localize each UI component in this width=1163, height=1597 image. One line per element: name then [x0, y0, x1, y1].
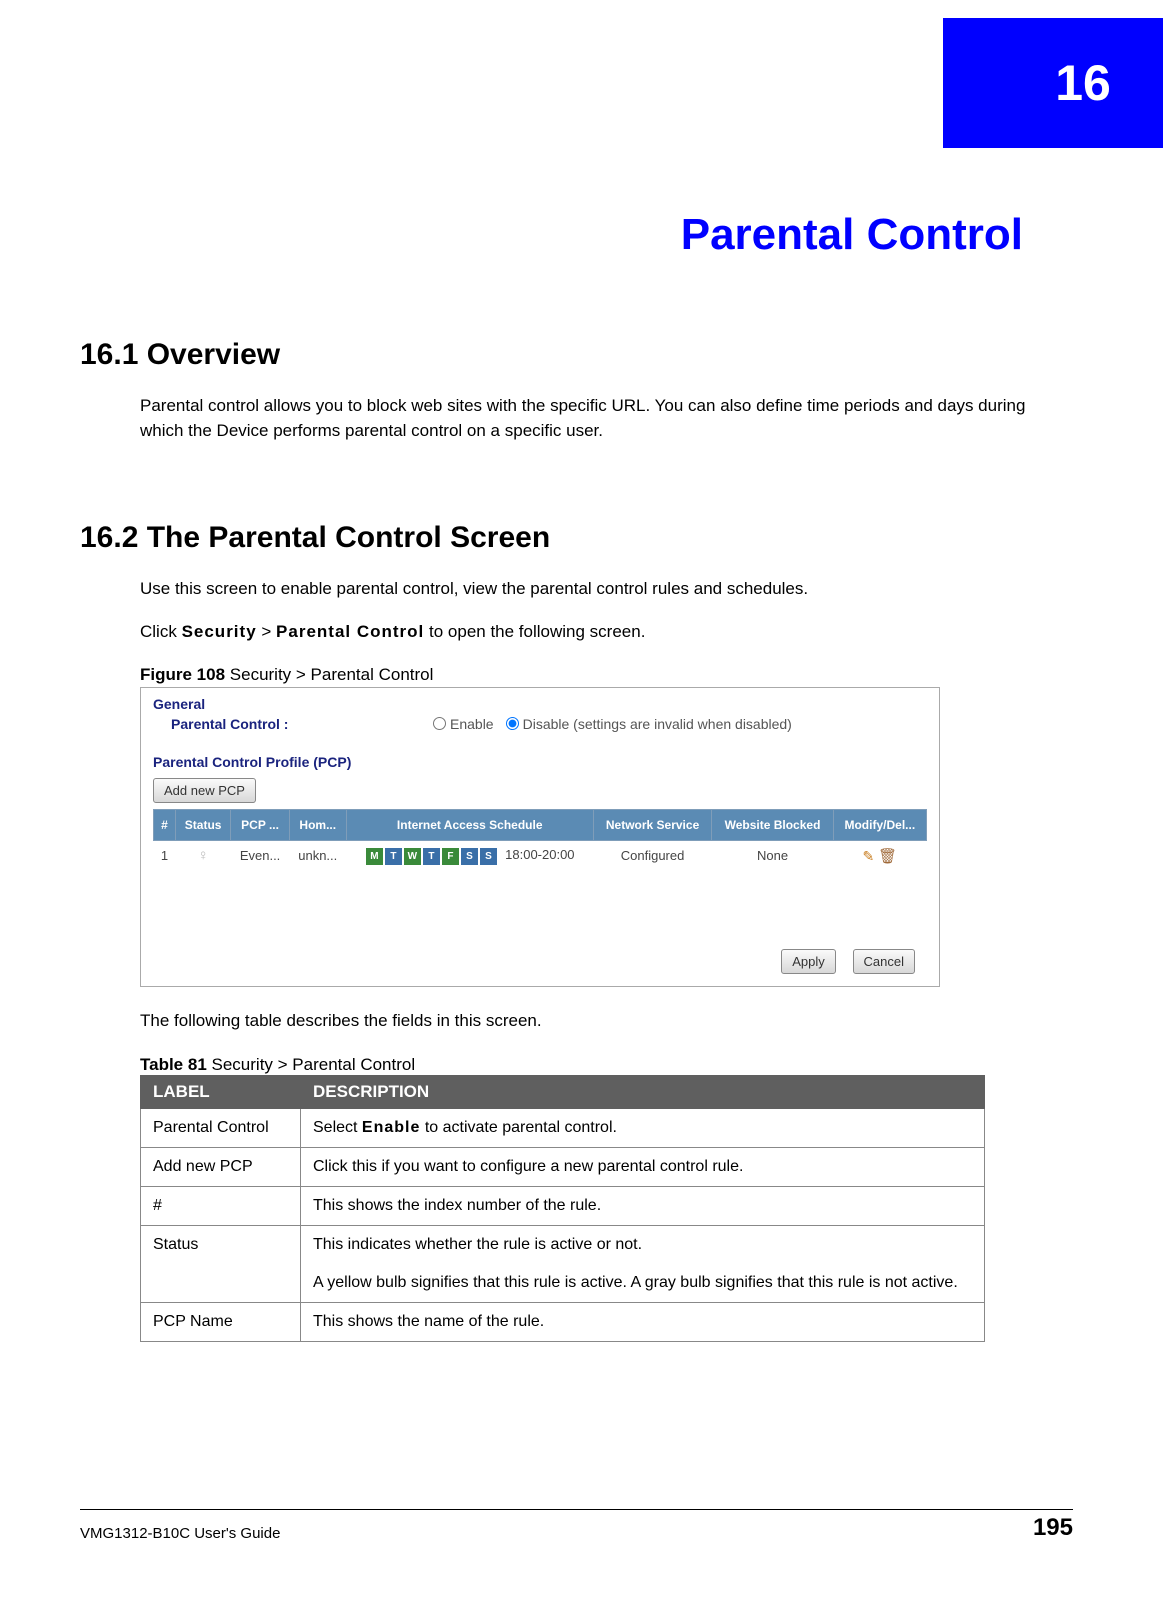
ss-cell-pcp: Even... — [231, 840, 289, 871]
day-tue: T — [385, 848, 402, 865]
table-number: Table 81 — [140, 1055, 207, 1074]
ss-apply-button[interactable]: Apply — [781, 949, 836, 974]
ss-enable-text: Enable — [450, 716, 494, 732]
ss-time-range: 18:00-20:00 — [505, 847, 574, 862]
figure-caption-text: Security > Parental Control — [225, 665, 433, 684]
ss-cell-web: None — [712, 840, 833, 871]
figure-number: Figure 108 — [140, 665, 225, 684]
row-desc: Click this if you want to configure a ne… — [301, 1148, 985, 1187]
screenshot-parental-control: General Parental Control : Enable Disabl… — [140, 687, 940, 987]
ss-radio-enable[interactable] — [433, 717, 446, 730]
day-mon: M — [366, 848, 383, 865]
ss-th-pcp: PCP ... — [231, 809, 289, 840]
description-table: LABEL DESCRIPTION Parental Control Selec… — [140, 1075, 985, 1342]
table-row: Add new PCP Click this if you want to co… — [141, 1148, 985, 1187]
ss-cell-modify: ✎🗑 — [833, 840, 926, 871]
day-wed: W — [404, 848, 421, 865]
section-heading-overview: 16.1 Overview — [80, 338, 1073, 372]
row-desc: This indicates whether the rule is activ… — [301, 1226, 985, 1303]
ss-th-netservice: Network Service — [593, 809, 712, 840]
table-row: # This shows the index number of the rul… — [141, 1187, 985, 1226]
nav-gt: > — [257, 622, 276, 641]
row-desc-suffix: to activate parental control. — [420, 1119, 617, 1136]
ss-table-row: 1 ♀ Even... unkn... MTWTFSS 18:00-20:00 … — [154, 840, 927, 871]
chapter-number: 16 — [1055, 54, 1111, 112]
row-desc: This shows the name of the rule. — [301, 1303, 985, 1342]
ss-th-status: Status — [175, 809, 230, 840]
chapter-title: Parental Control — [80, 210, 1023, 260]
row-label: # — [141, 1187, 301, 1226]
row-desc-line1: This indicates whether the rule is activ… — [313, 1236, 642, 1253]
row-label: Add new PCP — [141, 1148, 301, 1187]
nav-security: Security — [182, 622, 257, 641]
ss-add-new-pcp-button[interactable]: Add new PCP — [153, 778, 256, 803]
ss-cell-schedule: MTWTFSS 18:00-20:00 — [346, 840, 593, 871]
desc-table-header: LABEL DESCRIPTION — [141, 1076, 985, 1109]
ss-th-idx: # — [154, 809, 176, 840]
row-desc-line2: A yellow bulb signifies that this rule i… — [313, 1274, 958, 1291]
ss-radio-disable[interactable] — [506, 717, 519, 730]
ss-pcp-table: # Status PCP ... Hom... Internet Access … — [153, 809, 927, 871]
ss-cell-home: unkn... — [289, 840, 346, 871]
chapter-label: CHAPTER — [745, 60, 913, 91]
day-thu: T — [423, 848, 440, 865]
row-desc: Select Enable to activate parental contr… — [301, 1109, 985, 1148]
ss-th-modify: Modify/Del... — [833, 809, 926, 840]
pc-screen-paragraph-2: Click Security > Parental Control to ope… — [140, 620, 1073, 645]
pc-screen-paragraph-1: Use this screen to enable parental contr… — [140, 577, 1073, 602]
desc-th-desc: DESCRIPTION — [301, 1076, 985, 1109]
day-fri: F — [442, 848, 459, 865]
ss-pcp-heading: Parental Control Profile (PCP) — [141, 734, 939, 778]
click-prefix: Click — [140, 622, 182, 641]
chapter-number-box: 16 — [943, 18, 1163, 148]
ss-cancel-button[interactable]: Cancel — [853, 949, 915, 974]
footer-guide-title: VMG1312-B10C User's Guide — [80, 1525, 280, 1542]
ss-cell-status: ♀ — [175, 840, 230, 871]
row-label: PCP Name — [141, 1303, 301, 1342]
ss-disable-text: Disable (settings are invalid when disab… — [523, 716, 792, 732]
delete-icon[interactable]: 🗑 — [878, 848, 897, 865]
row-label: Status — [141, 1226, 301, 1303]
row-label: Parental Control — [141, 1109, 301, 1148]
row-desc-bold: Enable — [362, 1119, 420, 1136]
page-footer: VMG1312-B10C User's Guide 195 — [80, 1509, 1073, 1542]
figure-caption: Figure 108 Security > Parental Control — [140, 665, 1073, 685]
ss-cell-net: Configured — [593, 840, 712, 871]
nav-parental-control: Parental Control — [276, 622, 424, 641]
after-figure-text: The following table describes the fields… — [140, 1009, 1073, 1034]
bulb-icon: ♀ — [198, 847, 209, 864]
overview-paragraph: Parental control allows you to block web… — [140, 394, 1073, 443]
table-row: Parental Control Select Enable to activa… — [141, 1109, 985, 1148]
day-sat: S — [461, 848, 478, 865]
day-sun: S — [480, 848, 497, 865]
ss-th-schedule: Internet Access Schedule — [346, 809, 593, 840]
ss-pc-label: Parental Control : — [171, 716, 421, 732]
row-desc-prefix: Select — [313, 1119, 362, 1136]
section-heading-pc-screen: 16.2 The Parental Control Screen — [80, 521, 1073, 555]
footer-page-number: 195 — [1033, 1514, 1073, 1542]
desc-th-label: LABEL — [141, 1076, 301, 1109]
ss-table-header-row: # Status PCP ... Hom... Internet Access … — [154, 809, 927, 840]
table-caption-text: Security > Parental Control — [207, 1055, 415, 1074]
edit-icon[interactable]: ✎ — [862, 848, 874, 864]
click-suffix: to open the following screen. — [424, 622, 645, 641]
ss-th-home: Hom... — [289, 809, 346, 840]
ss-th-webblocked: Website Blocked — [712, 809, 833, 840]
ss-cell-idx: 1 — [154, 840, 176, 871]
row-desc: This shows the index number of the rule. — [301, 1187, 985, 1226]
ss-general-heading: General — [141, 688, 939, 714]
table-row: Status This indicates whether the rule i… — [141, 1226, 985, 1303]
table-caption: Table 81 Security > Parental Control — [140, 1055, 1073, 1075]
table-row: PCP Name This shows the name of the rule… — [141, 1303, 985, 1342]
